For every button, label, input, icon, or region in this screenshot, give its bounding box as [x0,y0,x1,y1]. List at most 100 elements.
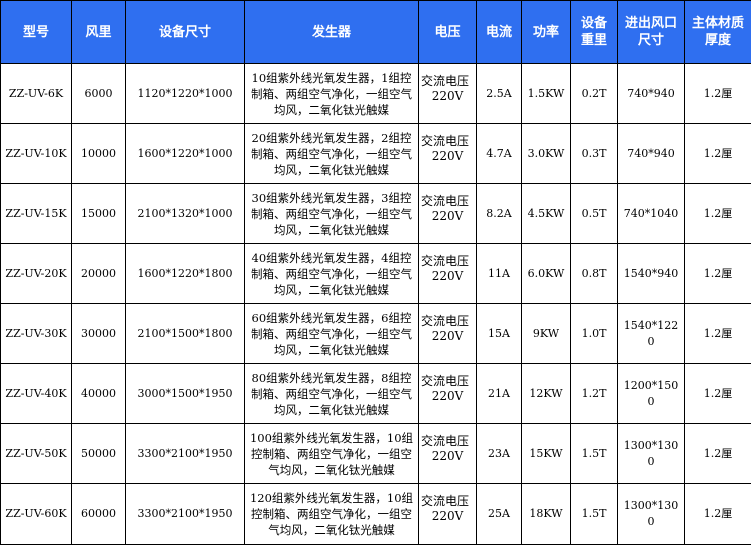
voltage-value: 220V [431,89,464,103]
header-label: 电流 [485,24,512,40]
cell-power: 9KW [521,303,571,364]
cell-model: ZZ-UV-30K [0,303,72,364]
cell-generator: 120组紫外线光氧发生器，10组控制箱、两组空气净化，一组空气均风，二氧化钛光触… [244,483,419,545]
header-label: 厚度 [704,33,731,48]
voltage-value: 220V [431,329,464,343]
header-airflow: 风里 [71,0,126,64]
cell-model: ZZ-UV-15K [0,183,72,244]
voltage-value: 220V [431,149,464,163]
header-label: 重里 [580,33,607,48]
voltage-label: 交流电压 [421,434,470,448]
cell-current: 8.2A [476,183,522,244]
cell-opening: 1300*1300 [617,423,685,484]
header-model: 型号 [0,0,72,64]
cell-opening: 1540*940 [617,243,685,304]
header-label: 设备尺寸 [158,24,211,40]
cell-generator: 30组紫外线光氧发生器，3组控制箱、两组空气净化，一组空气均风，二氧化钛光触媒 [244,183,419,244]
cell-voltage: 交流电压 220V [418,183,477,244]
cell-size: 3000*1500*1950 [125,363,245,424]
cell-model: ZZ-UV-6K [0,63,72,124]
voltage-value: 220V [431,389,464,403]
cell-thickness: 1.2厘 [684,303,751,364]
table-row: ZZ-UV-15K 15000 2100*1320*1000 30组紫外线光氧发… [0,183,751,244]
voltage-label: 交流电压 [421,314,470,328]
cell-opening: 740*940 [617,63,685,124]
cell-model: ZZ-UV-40K [0,363,72,424]
cell-airflow: 60000 [71,483,126,545]
voltage-value: 220V [431,209,464,223]
table-row: ZZ-UV-30K 30000 2100*1500*1800 60组紫外线光氧发… [0,303,751,364]
cell-current: 2.5A [476,63,522,124]
cell-airflow: 40000 [71,363,126,424]
cell-current: 4.7A [476,123,522,184]
cell-generator: 40组紫外线光氧发生器，4组控制箱、两组空气净化，一组空气均风，二氧化钛光触媒 [244,243,419,304]
cell-model: ZZ-UV-60K [0,483,72,545]
header-label: 尺寸 [637,33,664,48]
cell-size: 2100*1320*1000 [125,183,245,244]
cell-model: ZZ-UV-50K [0,423,72,484]
header-weight: 设备 重里 [570,0,618,64]
cell-opening: 1540*1220 [617,303,685,364]
cell-opening: 740*940 [617,123,685,184]
voltage-value: 220V [431,449,464,463]
table-row: ZZ-UV-20K 20000 1600*1220*1800 40组紫外线光氧发… [0,243,751,304]
cell-weight: 1.5T [570,423,618,484]
cell-power: 12KW [521,363,571,424]
cell-airflow: 30000 [71,303,126,364]
voltage-label: 交流电压 [421,194,470,208]
cell-current: 11A [476,243,522,304]
cell-voltage: 交流电压 220V [418,243,477,304]
voltage-value: 220V [431,269,464,283]
header-voltage: 电压 [418,0,477,64]
cell-power: 3.0KW [521,123,571,184]
cell-thickness: 1.2厘 [684,483,751,545]
header-label: 设备 [580,16,607,31]
table-row: ZZ-UV-6K 6000 1120*1220*1000 10组紫外线光氧发生器… [0,63,751,124]
cell-voltage: 交流电压 220V [418,303,477,364]
cell-power: 15KW [521,423,571,484]
cell-airflow: 15000 [71,183,126,244]
cell-weight: 0.2T [570,63,618,124]
header-generator: 发生器 [244,0,419,64]
cell-current: 25A [476,483,522,545]
cell-opening: 1300*1300 [617,483,685,545]
header-label: 功率 [532,24,559,40]
table-body: ZZ-UV-6K 6000 1120*1220*1000 10组紫外线光氧发生器… [0,63,751,545]
cell-airflow: 6000 [71,63,126,124]
cell-thickness: 1.2厘 [684,423,751,484]
cell-thickness: 1.2厘 [684,123,751,184]
cell-voltage: 交流电压 220V [418,123,477,184]
cell-voltage: 交流电压 220V [418,63,477,124]
cell-generator: 20组紫外线光氧发生器，2组控制箱、两组空气净化，一组空气均风，二氧化钛光触媒 [244,123,419,184]
cell-weight: 0.8T [570,243,618,304]
table-header: 型号 风里 设备尺寸 发生器 电压 电流 功率 设备 重里 进出风口 尺寸 主体材质… [0,0,751,64]
header-row: 型号 风里 设备尺寸 发生器 电压 电流 功率 设备 重里 进出风口 尺寸 主体材质… [0,0,751,64]
table-row: ZZ-UV-60K 60000 3300*2100*1950 120组紫外线光氧… [0,483,751,545]
header-label: 风里 [85,24,112,40]
cell-weight: 0.5T [570,183,618,244]
cell-thickness: 1.2厘 [684,363,751,424]
spec-table: 型号 风里 设备尺寸 发生器 电压 电流 功率 设备 重里 进出风口 尺寸 主体材质… [0,0,751,545]
cell-weight: 1.0T [570,303,618,364]
voltage-label: 交流电压 [421,134,470,148]
table-row: ZZ-UV-40K 40000 3000*1500*1950 80组紫外线光氧发… [0,363,751,424]
voltage-label: 交流电压 [421,494,470,508]
header-label: 发生器 [311,24,351,40]
table-row: ZZ-UV-10K 10000 1600*1220*1000 20组紫外线光氧发… [0,123,751,184]
cell-current: 21A [476,363,522,424]
cell-airflow: 50000 [71,423,126,484]
header-size: 设备尺寸 [125,0,245,64]
cell-model: ZZ-UV-10K [0,123,72,184]
cell-power: 1.5KW [521,63,571,124]
cell-weight: 0.3T [570,123,618,184]
cell-current: 23A [476,423,522,484]
cell-power: 6.0KW [521,243,571,304]
header-current: 电流 [476,0,522,64]
voltage-label: 交流电压 [421,254,470,268]
cell-size: 2100*1500*1800 [125,303,245,364]
cell-model: ZZ-UV-20K [0,243,72,304]
cell-thickness: 1.2厘 [684,63,751,124]
cell-thickness: 1.2厘 [684,183,751,244]
cell-opening: 740*1040 [617,183,685,244]
header-power: 功率 [521,0,571,64]
